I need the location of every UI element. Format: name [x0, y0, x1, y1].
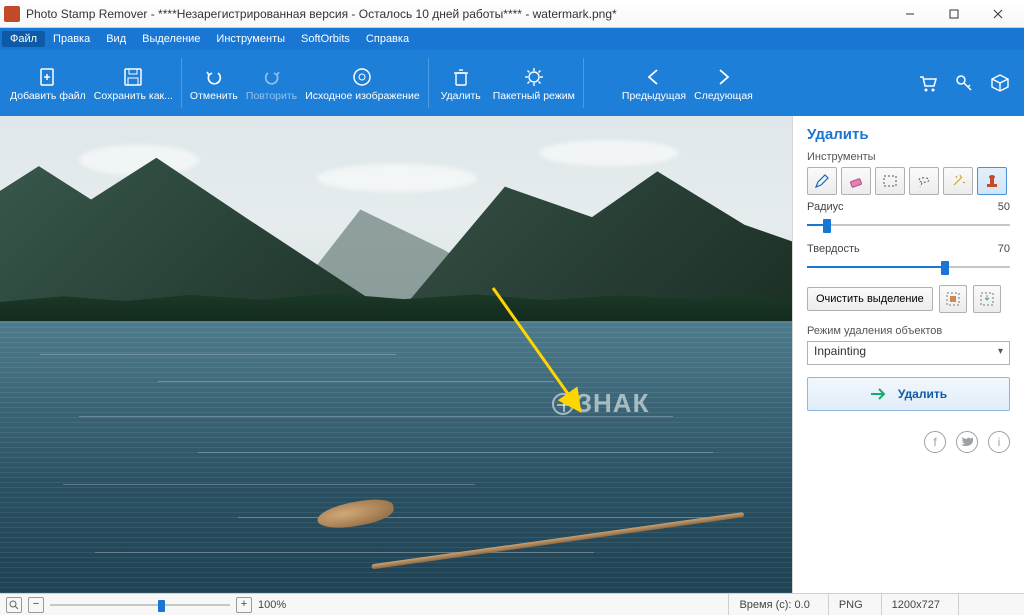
menu-help[interactable]: Справка [358, 31, 417, 47]
window-title: Photo Stamp Remover - ****Незарегистриро… [26, 7, 888, 21]
zoom-slider[interactable] [50, 598, 230, 612]
menu-edit[interactable]: Правка [45, 31, 98, 47]
load-selection-icon [980, 292, 994, 306]
rect-select-icon [882, 173, 898, 189]
panel-title: Удалить [807, 126, 1010, 143]
maximize-button[interactable] [932, 0, 976, 28]
lasso-icon [916, 173, 932, 189]
statusbar: − + 100% Время (с): 0.0 PNG 1200x727 [0, 593, 1024, 615]
zoom-fit-button[interactable] [6, 597, 22, 613]
close-button[interactable] [976, 0, 1020, 28]
menu-softorbits[interactable]: SoftOrbits [293, 31, 358, 47]
load-selection-button[interactable] [973, 285, 1001, 313]
menu-view[interactable]: Вид [98, 31, 134, 47]
social-fb[interactable]: f [924, 431, 946, 453]
undo-icon [203, 66, 225, 88]
minimize-button[interactable] [888, 0, 932, 28]
redo-button[interactable]: Повторить [242, 50, 301, 116]
package-icon [989, 72, 1011, 94]
titlebar: Photo Stamp Remover - ****Незарегистриро… [0, 0, 1024, 28]
format-cell: PNG [828, 594, 873, 615]
twitter-icon [961, 436, 973, 448]
redo-icon [261, 66, 283, 88]
batch-mode-button[interactable]: Пакетный режим [489, 50, 579, 116]
save-as-button[interactable]: Сохранить как... [90, 50, 177, 116]
tool-lasso[interactable] [909, 167, 939, 195]
save-selection-button[interactable] [939, 285, 967, 313]
hardness-label: Твердость [807, 243, 860, 255]
stamp-icon [984, 173, 1000, 189]
social-info[interactable]: i [988, 431, 1010, 453]
key-button[interactable] [946, 50, 982, 116]
gear-icon [523, 66, 545, 88]
cart-icon [917, 72, 939, 94]
radius-value: 50 [998, 201, 1010, 213]
hardness-slider[interactable] [807, 259, 1010, 275]
key-icon [953, 72, 975, 94]
tool-magic-wand[interactable] [943, 167, 973, 195]
hardness-value: 70 [998, 243, 1010, 255]
save-icon [122, 66, 144, 88]
menu-selection[interactable]: Выделение [134, 31, 208, 47]
remove-button[interactable]: Удалить [433, 50, 489, 116]
paddle-graphic [317, 502, 745, 526]
menubar: Файл Правка Вид Выделение Инструменты So… [0, 28, 1024, 50]
side-panel: Удалить Инструменты Радиус 50 Твердость 70… [792, 116, 1024, 593]
save-selection-icon [946, 292, 960, 306]
mode-select[interactable]: Inpainting [807, 341, 1010, 365]
app-icon [4, 6, 20, 22]
radius-slider[interactable] [807, 217, 1010, 233]
menu-file[interactable]: Файл [2, 31, 45, 47]
next-button[interactable]: Следующая [690, 50, 757, 116]
cart-button[interactable] [910, 50, 946, 116]
tools-label: Инструменты [807, 151, 1010, 163]
arrow-left-icon [643, 66, 665, 88]
original-icon [351, 66, 373, 88]
clear-selection-button[interactable]: Очистить выделение [807, 287, 933, 311]
magic-wand-icon [950, 173, 966, 189]
pencil-icon [814, 173, 830, 189]
tool-rect-select[interactable] [875, 167, 905, 195]
tool-eraser[interactable] [841, 167, 871, 195]
social-tw[interactable] [956, 431, 978, 453]
run-arrow-icon [870, 387, 888, 401]
run-button[interactable]: Удалить [807, 377, 1010, 411]
arrow-right-icon [712, 66, 734, 88]
zoom-out-button[interactable]: − [28, 597, 44, 613]
add-file-button[interactable]: Добавить файл [6, 50, 90, 116]
eraser-icon [848, 173, 864, 189]
undo-button[interactable]: Отменить [186, 50, 242, 116]
watermark-overlay: ЗНАК [552, 388, 650, 419]
original-image-button[interactable]: Исходное изображение [301, 50, 424, 116]
prev-button[interactable]: Предыдущая [618, 50, 690, 116]
tool-pencil[interactable] [807, 167, 837, 195]
zoom-value: 100% [258, 599, 286, 611]
zoom-in-button[interactable]: + [236, 597, 252, 613]
canvas[interactable]: ЗНАК [0, 116, 792, 593]
trash-icon [450, 66, 472, 88]
dimensions-cell: 1200x727 [881, 594, 950, 615]
tool-stamp[interactable] [977, 167, 1007, 195]
mode-label: Режим удаления объектов [807, 325, 1010, 337]
package-button[interactable] [982, 50, 1018, 116]
toolbar: Добавить файл Сохранить как... Отменить … [0, 50, 1024, 116]
add-file-icon [37, 66, 59, 88]
time-cell: Время (с): 0.0 [728, 594, 819, 615]
menu-tools[interactable]: Инструменты [208, 31, 293, 47]
radius-label: Радиус [807, 201, 844, 213]
